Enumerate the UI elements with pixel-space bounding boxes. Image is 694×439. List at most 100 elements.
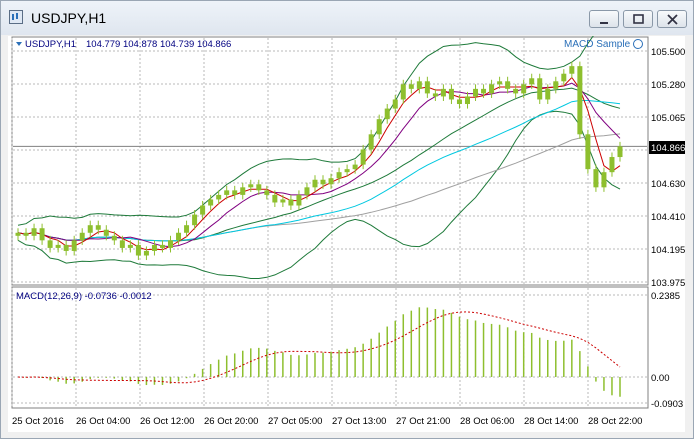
macd-tick: -0.0903 <box>651 399 683 410</box>
ohlc-header: 104.779 104.878 104.739 104.866 <box>86 39 231 50</box>
candle-body <box>617 146 623 158</box>
chart-area[interactable]: USDJPY,H1 104.779 104.878 104.739 104.86… <box>8 27 685 432</box>
time-label: 26 Oct 20:00 <box>204 416 258 427</box>
time-label: 27 Oct 21:00 <box>396 416 450 427</box>
candle-body <box>87 225 93 233</box>
close-button[interactable] <box>657 10 687 28</box>
candle-body <box>561 73 567 82</box>
candle-body <box>344 169 350 173</box>
price-tick: 104.410 <box>651 212 685 223</box>
candle-body <box>272 194 278 203</box>
candle-body <box>489 84 495 94</box>
candle-body <box>529 78 535 85</box>
candle-body <box>473 88 479 97</box>
macd-tick: 0.00 <box>651 373 670 384</box>
candle-body <box>456 99 462 105</box>
candle-body <box>23 232 29 236</box>
symbol-header: USDJPY,H1 <box>25 39 76 50</box>
chart-window-icon <box>9 10 23 24</box>
window-title: USDJPY,H1 <box>31 10 107 26</box>
candle-body <box>360 149 366 165</box>
time-label: 28 Oct 14:00 <box>524 416 578 427</box>
price-axis: 105.500 105.280 105.065 104.630 104.410 … <box>651 47 685 289</box>
candle-body <box>208 199 214 206</box>
grid <box>11 38 647 407</box>
ma-mid-line <box>17 82 621 248</box>
price-tick: 105.280 <box>651 80 685 91</box>
macd-signal-line <box>17 311 621 384</box>
candle-body <box>119 240 125 248</box>
chart-svg[interactable]: USDJPY,H1 104.779 104.878 104.739 104.86… <box>8 27 685 432</box>
middle-band <box>17 87 621 242</box>
candle-body <box>71 240 77 251</box>
candle-body <box>63 244 69 251</box>
maximize-button[interactable] <box>623 10 653 28</box>
time-label: 28 Oct 06:00 <box>460 416 514 427</box>
candle-body <box>15 232 21 236</box>
price-tick: 104.630 <box>651 179 685 190</box>
candle-body <box>39 228 45 241</box>
candle-body <box>240 187 246 195</box>
candle-body <box>440 88 446 97</box>
candle-body <box>224 190 230 195</box>
price-tick: 103.975 <box>651 278 685 289</box>
upper-band <box>17 27 620 226</box>
macd-panel-frame <box>11 286 649 409</box>
candle-body <box>151 244 157 251</box>
candle-body <box>384 108 390 120</box>
candle-body <box>79 232 85 241</box>
candle-body <box>392 99 398 109</box>
lower-band <box>17 110 621 279</box>
candle-body <box>497 81 503 85</box>
candle-body <box>288 199 294 206</box>
candle-body <box>159 244 165 248</box>
candle-body <box>312 179 318 188</box>
candle-body <box>336 172 342 179</box>
candle-body <box>424 81 430 94</box>
price-tick: 105.065 <box>651 113 685 124</box>
candle-body <box>264 190 270 195</box>
candle-body <box>593 169 599 188</box>
candle-body <box>232 190 238 195</box>
candle-body <box>545 88 551 100</box>
time-label: 27 Oct 05:00 <box>268 416 322 427</box>
candle-body <box>505 81 511 89</box>
chart-menu-arrow-icon[interactable] <box>16 42 22 46</box>
candle-body <box>416 81 422 89</box>
candle-body <box>248 184 254 188</box>
candle-body <box>192 214 198 226</box>
minimize-button[interactable] <box>589 10 619 28</box>
title-bar[interactable]: USDJPY,H1 <box>1 1 693 35</box>
time-label: 27 Oct 13:00 <box>332 416 386 427</box>
macd-label: MACD(12,26,9) -0.0736 -0.0012 <box>16 291 152 302</box>
candle-body <box>216 194 222 200</box>
candle-body <box>256 184 262 191</box>
time-axis: 25 Oct 2016 26 Oct 04:00 26 Oct 12:00 26… <box>12 416 642 427</box>
main-panel-frame <box>11 36 649 286</box>
time-label: 28 Oct 22:00 <box>588 416 642 427</box>
price-tick: 104.195 <box>651 245 685 256</box>
candle-body <box>135 244 141 256</box>
candle-body <box>95 225 101 230</box>
candle-body <box>400 84 406 100</box>
candle-body <box>609 157 615 173</box>
candle-body <box>200 205 206 215</box>
candle-body <box>184 225 190 233</box>
moving-averages <box>17 76 621 251</box>
price-tick: 105.500 <box>651 47 685 58</box>
candle-body <box>47 240 53 248</box>
candle-body <box>553 81 559 89</box>
candle-body <box>577 66 583 135</box>
candle-body <box>585 134 591 170</box>
macd-histogram <box>17 307 621 397</box>
candle-body <box>328 178 334 185</box>
time-label: 25 Oct 2016 <box>12 416 64 427</box>
candle-body <box>352 164 358 170</box>
macd-tick: 0.2385 <box>651 291 680 302</box>
candle-body <box>601 172 607 188</box>
candle-body <box>376 119 382 135</box>
expert-label: MACD Sample <box>564 39 631 50</box>
current-price-label: 104.866 <box>651 143 685 154</box>
candle-body <box>432 93 438 97</box>
chart-window: USDJPY,H1 USDJPY,H1 104.779 104.878 104.… <box>0 0 694 439</box>
